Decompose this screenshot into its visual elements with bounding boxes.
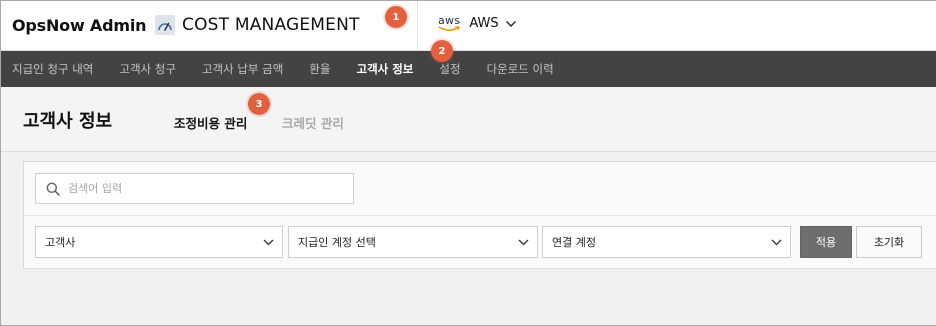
top-header: OpsNow Admin COST MANAGEMENT 1 aws AWS <box>1 1 936 51</box>
nav-item-customer-info[interactable]: 고객사 정보 <box>356 61 413 77</box>
customer-select[interactable]: 고객사 <box>35 226 283 258</box>
payer-account-select-label: 지급인 계정 선택 <box>298 236 376 249</box>
header-divider <box>417 1 418 50</box>
nav-item-exchange-rate[interactable]: 환율 <box>309 61 330 77</box>
callout-badge-3: 3 <box>248 93 270 115</box>
page-header: 고객사 정보 조정비용 관리 크레딧 관리 <box>1 87 936 152</box>
nav-item-customer-billing[interactable]: 고객사 청구 <box>119 61 176 77</box>
main-nav: 지급인 청구 내역 고객사 청구 고객사 납부 금액 환율 고객사 정보 설정 … <box>1 51 936 87</box>
page-title: 고객사 정보 <box>23 111 113 132</box>
gauge-icon <box>155 15 175 35</box>
app-window: OpsNow Admin COST MANAGEMENT 1 aws AWS 지… <box>0 0 936 326</box>
linked-account-select-label: 연결 계정 <box>552 236 596 249</box>
chevron-down-icon <box>518 239 529 245</box>
nav-item-payer-billing[interactable]: 지급인 청구 내역 <box>12 61 93 77</box>
search-input[interactable] <box>68 182 328 195</box>
panel-divider <box>24 215 936 216</box>
payer-account-select[interactable]: 지급인 계정 선택 <box>288 226 538 258</box>
brand-title[interactable]: OpsNow Admin <box>12 16 146 35</box>
linked-account-select[interactable]: 연결 계정 <box>542 226 791 258</box>
nav-item-download-history[interactable]: 다운로드 이력 <box>487 61 554 77</box>
module-switcher[interactable]: COST MANAGEMENT <box>155 12 360 38</box>
cloud-selector[interactable]: aws AWS <box>438 15 517 32</box>
chevron-down-icon <box>505 20 516 27</box>
customer-select-label: 고객사 <box>45 236 76 249</box>
callout-badge-1: 1 <box>385 6 407 28</box>
module-title: COST MANAGEMENT <box>182 15 360 35</box>
nav-item-settings[interactable]: 설정 <box>439 61 460 77</box>
tab-adjustment-costs[interactable]: 조정비용 관리 <box>174 113 247 132</box>
tab-credits[interactable]: 크레딧 관리 <box>282 113 344 132</box>
filter-panel: 고객사 지급인 계정 선택 연결 계정 적용 초기화 <box>23 161 936 269</box>
reset-button[interactable]: 초기화 <box>856 226 922 258</box>
apply-button[interactable]: 적용 <box>800 226 852 258</box>
chevron-down-icon <box>263 239 274 245</box>
nav-item-customer-payments[interactable]: 고객사 납부 금액 <box>202 61 283 77</box>
aws-smile-icon <box>438 26 461 31</box>
callout-badge-2: 2 <box>431 40 453 62</box>
search-icon <box>46 182 60 196</box>
aws-logo: aws <box>438 15 461 32</box>
cloud-label: AWS <box>469 16 499 31</box>
search-box[interactable] <box>35 173 354 204</box>
chevron-down-icon <box>771 239 782 245</box>
